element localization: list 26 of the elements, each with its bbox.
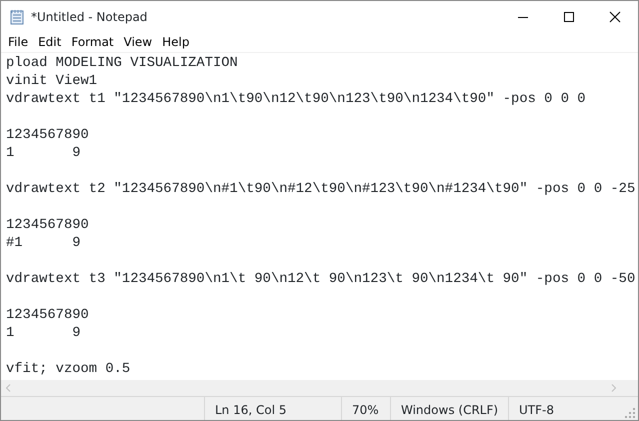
window-title: *Untitled - Notepad [30,8,148,26]
status-text: UTF-8 [519,403,554,417]
menu-item[interactable]: File [3,33,34,51]
text-line: vfit; vzoom 0.5 [6,362,130,377]
text-line: vdrawtext t2 "1234567890\n#1\t90\n#12\t90\n#123\t90\n#1234\t90" -pos 0 0 -25 [6,182,636,197]
text-line: 1234567890 [6,218,89,233]
status-text: 70% [352,403,379,417]
text-line: #1 9 [6,236,81,251]
menu-item[interactable]: View [118,33,158,51]
menu-item[interactable]: Format [66,33,119,51]
resize-grip-icon[interactable] [624,407,636,419]
text-line: pload MODELING VISUALIZATION [6,56,238,71]
close-icon[interactable] [609,10,621,22]
menu-item[interactable]: Help [157,33,194,51]
text-line: 1234567890 [6,128,89,143]
text-line: vinit View1 [6,74,98,89]
menu-item[interactable]: Edit [33,33,66,51]
status-text: Windows (CRLF) [401,403,498,417]
notepad-icon [9,8,25,24]
text-line: vdrawtext t3 "1234567890\n1\t 90\n12\t 90\n123\t 90\n1234\t 90" -pos 0 0 -50 [6,272,636,287]
text-line: vdrawtext t1 "1234567890\n1\t90\n12\t90\n123\t90\n1234\t90" -pos 0 0 0 [6,92,586,107]
maximize-icon[interactable] [563,10,575,22]
text-line: 1 9 [6,326,81,341]
text-line: 1234567890 [6,308,89,323]
status-text: Ln 16, Col 5 [215,403,287,417]
text-line: 1 9 [6,146,81,161]
